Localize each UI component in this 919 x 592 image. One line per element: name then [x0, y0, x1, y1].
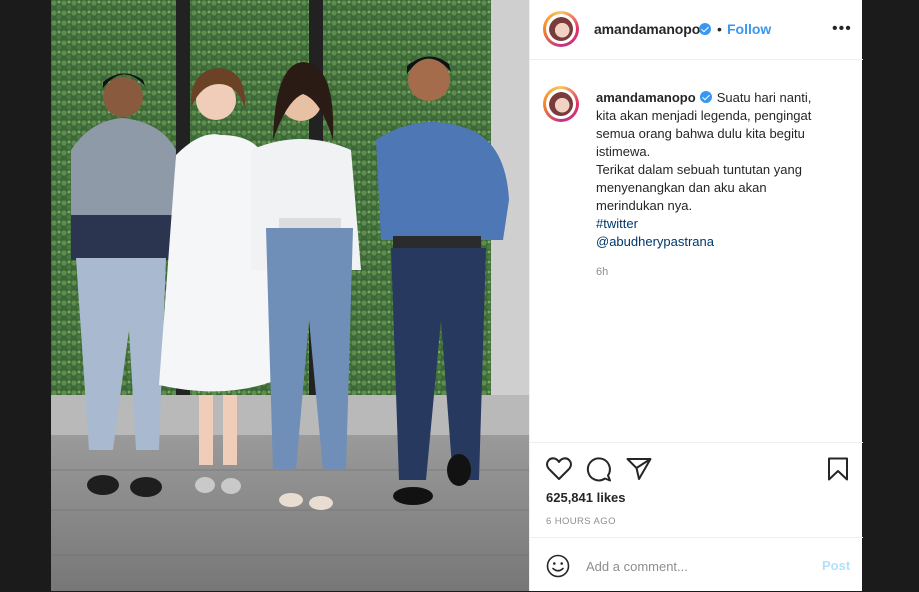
post-panel: amandamanopo • Follow ••• amandamanopo Su…: [529, 0, 863, 592]
action-bar: [530, 442, 863, 482]
more-options-icon[interactable]: •••: [832, 20, 852, 38]
comment-input[interactable]: [586, 556, 796, 576]
posted-time[interactable]: 6 HOURS AGO: [546, 516, 616, 527]
post-photo-illustration: [51, 0, 529, 591]
comment-icon[interactable]: [586, 457, 612, 487]
heart-icon[interactable]: [546, 457, 572, 486]
caption: amandamanopo Suatu hari nanti, kita akan …: [596, 89, 828, 251]
caption-text-line2: Terikat dalam sebuah tuntutan yang menye…: [596, 162, 802, 213]
share-icon[interactable]: [626, 457, 652, 486]
header-separator: •: [717, 21, 722, 37]
caption-username[interactable]: amandamanopo: [596, 90, 696, 105]
mention-link[interactable]: @abudherypastrana: [596, 233, 828, 251]
comment-bar: Post: [530, 537, 863, 592]
caption-time: 6h: [596, 266, 609, 278]
follow-button[interactable]: Follow: [727, 21, 771, 37]
emoji-icon[interactable]: [546, 554, 570, 583]
hashtag-link[interactable]: #twitter: [596, 215, 828, 233]
likes-count[interactable]: 625,841 likes: [546, 490, 626, 505]
post-header: amandamanopo • Follow •••: [530, 0, 863, 60]
post-comment-button[interactable]: Post: [822, 558, 850, 573]
avatar-image: [549, 17, 573, 41]
header-username[interactable]: amandamanopo: [594, 21, 700, 37]
avatar[interactable]: [543, 11, 579, 47]
caption-avatar-image: [549, 92, 573, 116]
post-photo[interactable]: [51, 0, 529, 591]
verified-badge-icon: [699, 23, 711, 35]
caption-avatar[interactable]: [543, 86, 579, 122]
caption-verified-badge-icon: [699, 91, 712, 103]
bookmark-icon[interactable]: [827, 457, 849, 486]
